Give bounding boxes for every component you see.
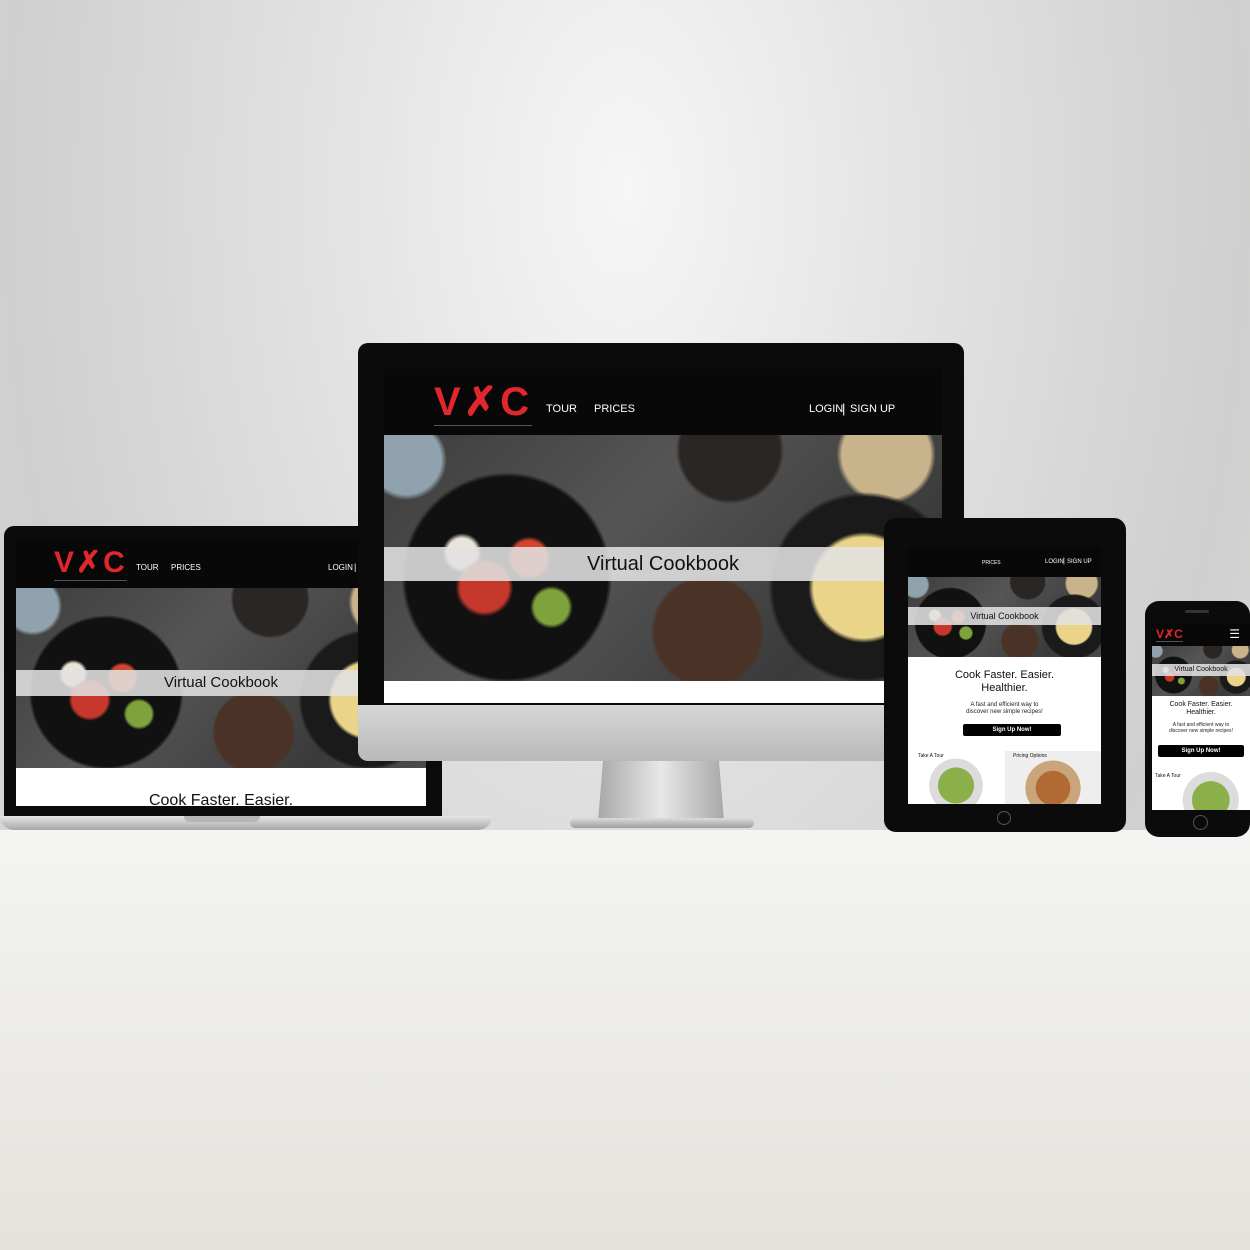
- desktop-nav-signup[interactable]: SIGN UP: [850, 403, 895, 415]
- tablet-nav-prices[interactable]: PRICES: [982, 560, 1001, 566]
- tablet-home-button[interactable]: [997, 811, 1011, 825]
- desktop-screen: V✗C TOUR PRICES LOGIN | SIGN UP Virtual …: [384, 369, 942, 703]
- desktop-hero-title: Virtual Cookbook: [587, 553, 739, 575]
- phone-hero-banner: Virtual Cookbook: [1152, 664, 1250, 676]
- phone-tagline-2: Healthier.: [1186, 709, 1216, 716]
- tablet-screen: PRICES LOGIN | SIGN UP Virtual Cookbook …: [908, 547, 1101, 804]
- desktop-nav-login[interactable]: LOGIN: [809, 403, 843, 415]
- phone-logo[interactable]: V✗C: [1156, 627, 1183, 642]
- tablet-take-tour-card[interactable]: Take A Tour: [908, 751, 1004, 804]
- fork-knife-icon: ✗: [463, 380, 501, 424]
- phone-tagline-1: Cook Faster. Easier.: [1169, 701, 1233, 708]
- tablet-signup-button[interactable]: Sign Up Now!: [963, 724, 1061, 736]
- tablet-nav-login[interactable]: LOGIN: [1045, 559, 1064, 565]
- tablet-pricing-label: Pricing Options: [1013, 753, 1047, 759]
- desktop-stand: [598, 761, 724, 821]
- desktop-chin: [358, 705, 964, 761]
- phone-desc-2: discover new simple recipes!: [1169, 728, 1233, 734]
- tablet-hero-title: Virtual Cookbook: [970, 611, 1039, 621]
- phone-take-tour-label: Take A Tour: [1155, 773, 1181, 779]
- tablet-desc-2: discover new simple recipes!: [966, 709, 1043, 715]
- floor: [0, 830, 1250, 1250]
- desktop-nav-tour[interactable]: TOUR: [546, 403, 577, 415]
- phone-take-tour-card[interactable]: Take A Tour: [1152, 770, 1250, 810]
- tablet-tagline-2: Healthier.: [981, 682, 1028, 694]
- phone-navbar: V✗C ☰: [1152, 624, 1250, 646]
- laptop-hero-title: Virtual Cookbook: [164, 674, 278, 691]
- laptop-nav-prices[interactable]: PRICES: [171, 563, 201, 572]
- laptop-nav-separator: |: [354, 562, 357, 572]
- tablet-hero-image: Virtual Cookbook: [908, 577, 1101, 657]
- desktop-nav-prices[interactable]: PRICES: [594, 403, 635, 415]
- tablet-pricing-card[interactable]: Pricing Options: [1005, 751, 1101, 804]
- desktop-hero-image: Virtual Cookbook: [384, 435, 942, 681]
- tablet-desc-1: A fast and efficient way to: [970, 702, 1039, 708]
- tablet-navbar: PRICES LOGIN | SIGN UP: [908, 547, 1101, 577]
- phone-home-button[interactable]: [1193, 815, 1208, 830]
- desktop-navbar: V✗C TOUR PRICES LOGIN | SIGN UP: [384, 369, 942, 435]
- phone-speaker: [1185, 610, 1209, 613]
- laptop-logo[interactable]: V✗C: [54, 546, 127, 581]
- desktop-nav-separator: |: [842, 401, 846, 416]
- desktop-hero-banner: Virtual Cookbook: [384, 547, 942, 581]
- fork-knife-icon: ✗: [1164, 627, 1175, 641]
- laptop-nav-tour[interactable]: TOUR: [136, 563, 159, 572]
- desktop-logo[interactable]: V✗C: [434, 379, 533, 426]
- phone-hero-image: Virtual Cookbook: [1152, 646, 1250, 696]
- desktop-stand-base: [570, 818, 754, 828]
- tablet-tagline-1: Cook Faster. Easier.: [954, 669, 1055, 681]
- tablet-nav-signup[interactable]: SIGN UP: [1067, 559, 1092, 565]
- tablet-nav-separator: |: [1063, 558, 1065, 565]
- phone-hero-title: Virtual Cookbook: [1174, 666, 1228, 673]
- laptop-notch: [184, 816, 260, 822]
- hamburger-menu-icon[interactable]: ☰: [1229, 628, 1240, 640]
- phone-screen: V✗C ☰ Virtual Cookbook Cook Faster. Easi…: [1152, 624, 1250, 810]
- fork-knife-icon: ✗: [76, 546, 104, 579]
- phone-signup-button[interactable]: Sign Up Now!: [1158, 745, 1244, 757]
- laptop-nav-login[interactable]: LOGIN: [328, 563, 353, 572]
- laptop-tagline: Cook Faster. Easier.: [148, 792, 294, 806]
- tablet-hero-banner: Virtual Cookbook: [908, 607, 1101, 625]
- tablet-take-tour-label: Take A Tour: [918, 753, 944, 759]
